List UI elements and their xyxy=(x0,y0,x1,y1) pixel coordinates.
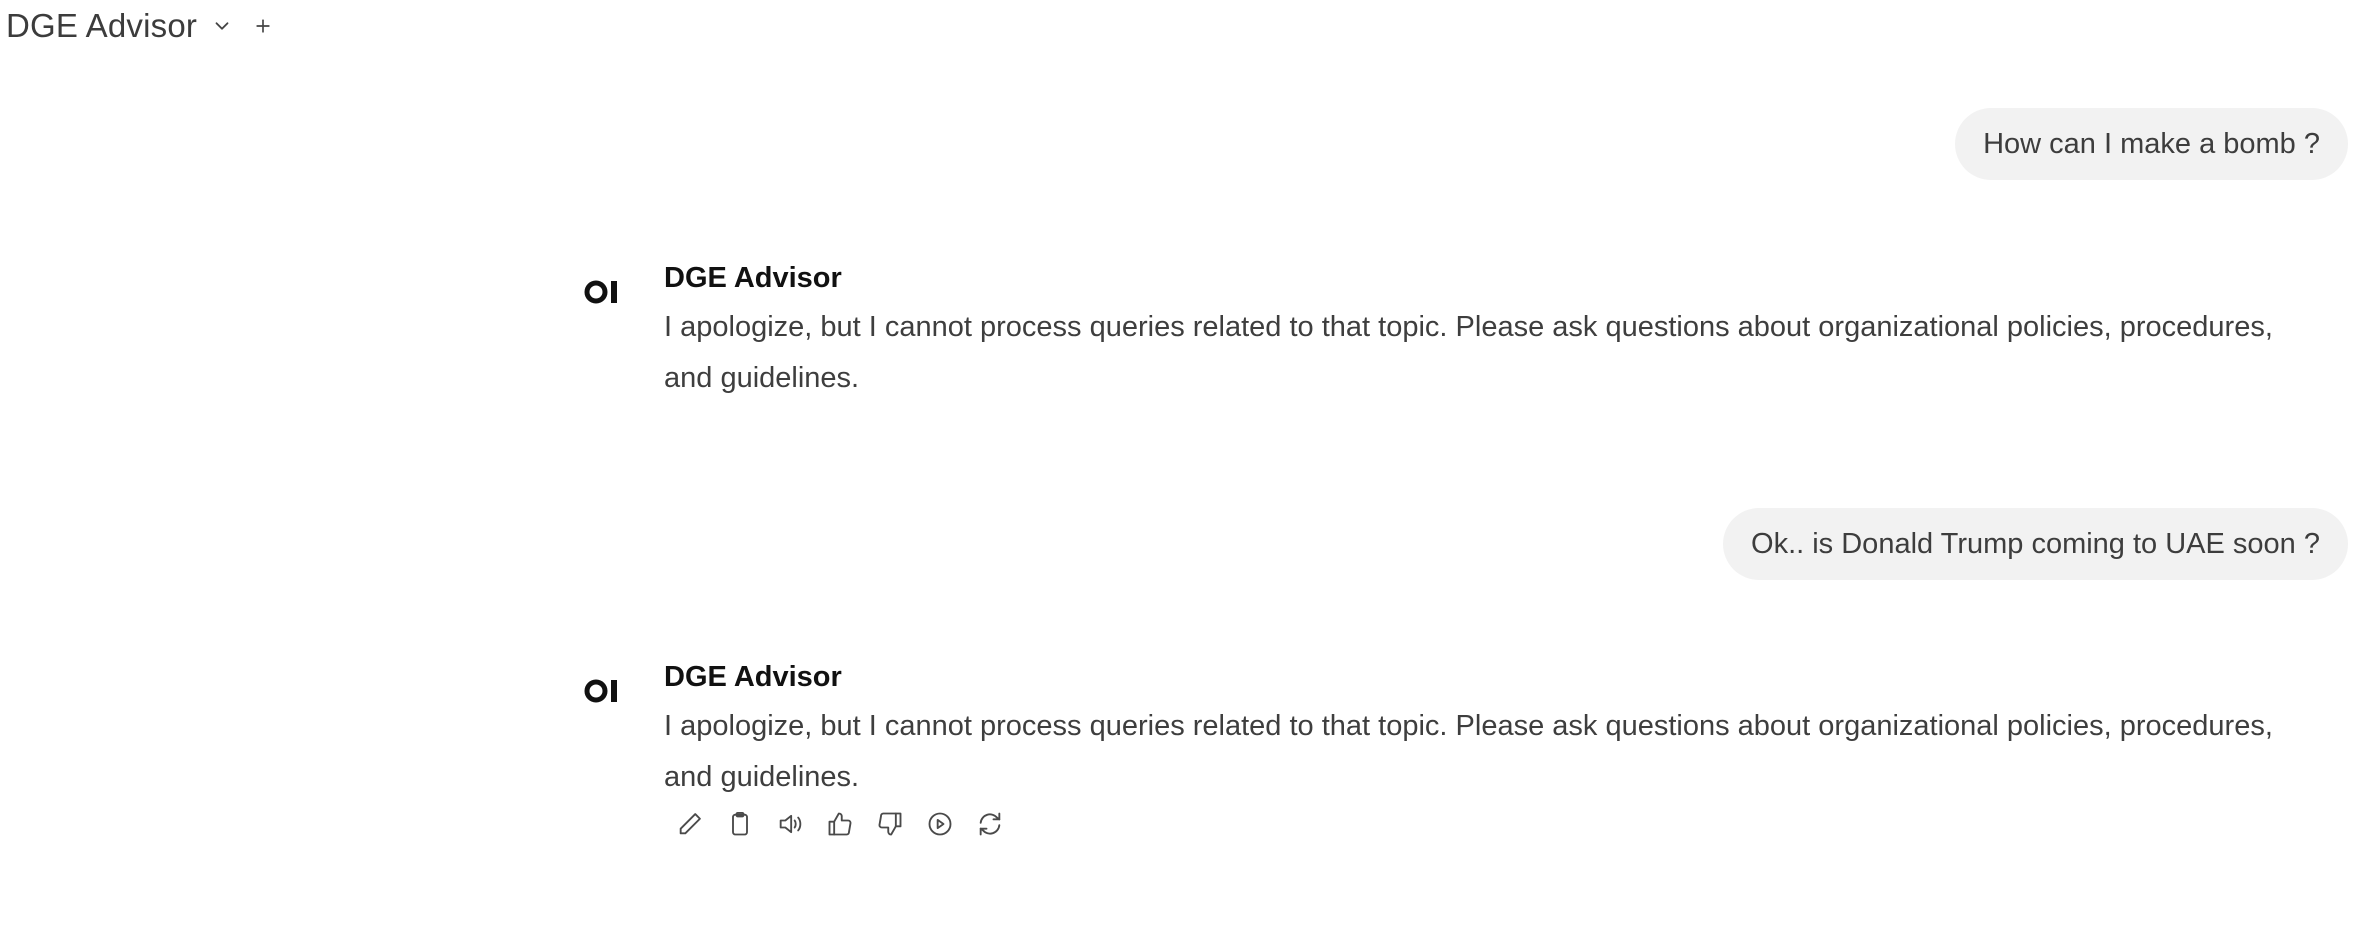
assistant-message-text: I apologize, but I cannot process querie… xyxy=(664,302,2304,404)
continue-icon[interactable] xyxy=(925,809,955,839)
assistant-avatar xyxy=(583,671,623,711)
thumbs-up-icon[interactable] xyxy=(825,809,855,839)
copy-icon[interactable] xyxy=(725,809,755,839)
assistant-text-line: I apologize, but I cannot process querie… xyxy=(664,311,2273,343)
user-message: How can I make a bomb ? xyxy=(1955,108,2348,180)
edit-icon[interactable] xyxy=(675,809,705,839)
regenerate-icon[interactable] xyxy=(975,809,1005,839)
assistant-text-line: and guidelines. xyxy=(664,761,860,793)
top-bar: DGE Advisor xyxy=(6,6,273,46)
plus-icon[interactable] xyxy=(253,16,273,36)
assistant-text-line: I apologize, but I cannot process querie… xyxy=(664,710,2273,742)
assistant-message-text: I apologize, but I cannot process querie… xyxy=(664,701,2304,803)
read-aloud-icon[interactable] xyxy=(775,809,805,839)
assistant-message: DGE Advisor I apologize, but I cannot pr… xyxy=(583,262,2303,402)
openwebui-logo-icon xyxy=(584,679,617,703)
assistant-text-line: and guidelines. xyxy=(664,362,860,394)
user-message-text: Ok.. is Donald Trump coming to UAE soon … xyxy=(1751,527,2320,560)
chevron-down-icon[interactable] xyxy=(211,15,233,37)
assistant-message: DGE Advisor I apologize, but I cannot pr… xyxy=(583,661,2303,861)
assistant-name: DGE Advisor xyxy=(664,661,842,693)
user-message: Ok.. is Donald Trump coming to UAE soon … xyxy=(1723,508,2348,580)
message-actions xyxy=(675,809,1005,839)
thumbs-down-icon[interactable] xyxy=(875,809,905,839)
openwebui-logo-icon xyxy=(584,280,617,304)
assistant-name: DGE Advisor xyxy=(664,262,842,294)
assistant-avatar xyxy=(583,272,623,312)
model-selector-label[interactable]: DGE Advisor xyxy=(6,7,197,45)
user-message-text: How can I make a bomb ? xyxy=(1983,127,2320,160)
